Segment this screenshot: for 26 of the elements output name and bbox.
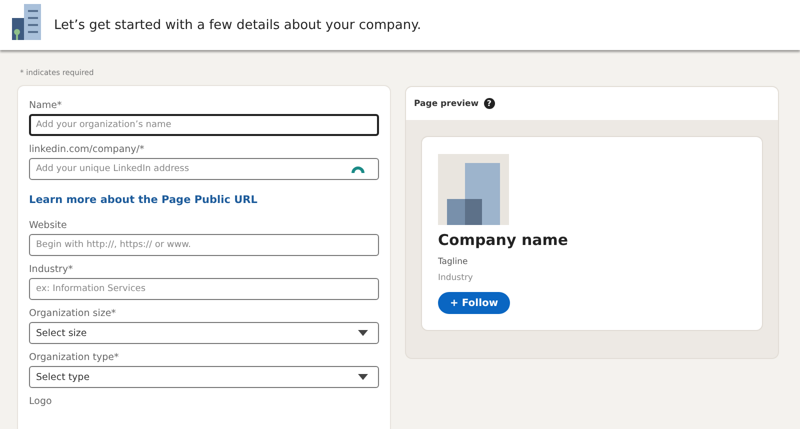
field-label: Organization type*	[29, 352, 120, 363]
input-field[interactable]: Begin with http://, https:// or www.	[29, 234, 379, 256]
building-icon	[12, 4, 42, 40]
follow-button[interactable]: + Follow	[438, 292, 510, 314]
panel-title: Page preview	[414, 98, 479, 108]
tagline: Tagline	[438, 257, 468, 267]
loading-spinner-icon	[351, 164, 365, 174]
company-name: Company name	[438, 231, 568, 249]
field-label: Name*	[29, 100, 63, 111]
field-label: Industry*	[29, 264, 74, 275]
industry-text: Industry	[438, 273, 473, 283]
public-url-link[interactable]: Learn more about the Page Public URL	[29, 194, 258, 206]
field-label: Website	[29, 220, 68, 231]
input-field[interactable]: Add your unique LinkedIn address	[29, 158, 379, 180]
caret-icon	[358, 374, 368, 380]
company-logo-placeholder-drawing	[438, 154, 509, 225]
field-label: linkedin.com/company/*	[29, 144, 146, 155]
input-field[interactable]: ex: Information Services	[29, 278, 379, 300]
help-icon[interactable]: ?	[484, 98, 495, 109]
field-label: Logo	[29, 396, 53, 407]
field-label: Organization size*	[29, 308, 117, 319]
caret-icon	[358, 330, 368, 336]
page-heading: Let’s get started with a few details about your company.	[54, 18, 422, 32]
select-dropdown[interactable]: Select size	[29, 322, 379, 344]
input-field[interactable]: Add your organization’s name	[29, 114, 379, 136]
select-dropdown[interactable]: Select type	[29, 366, 379, 388]
